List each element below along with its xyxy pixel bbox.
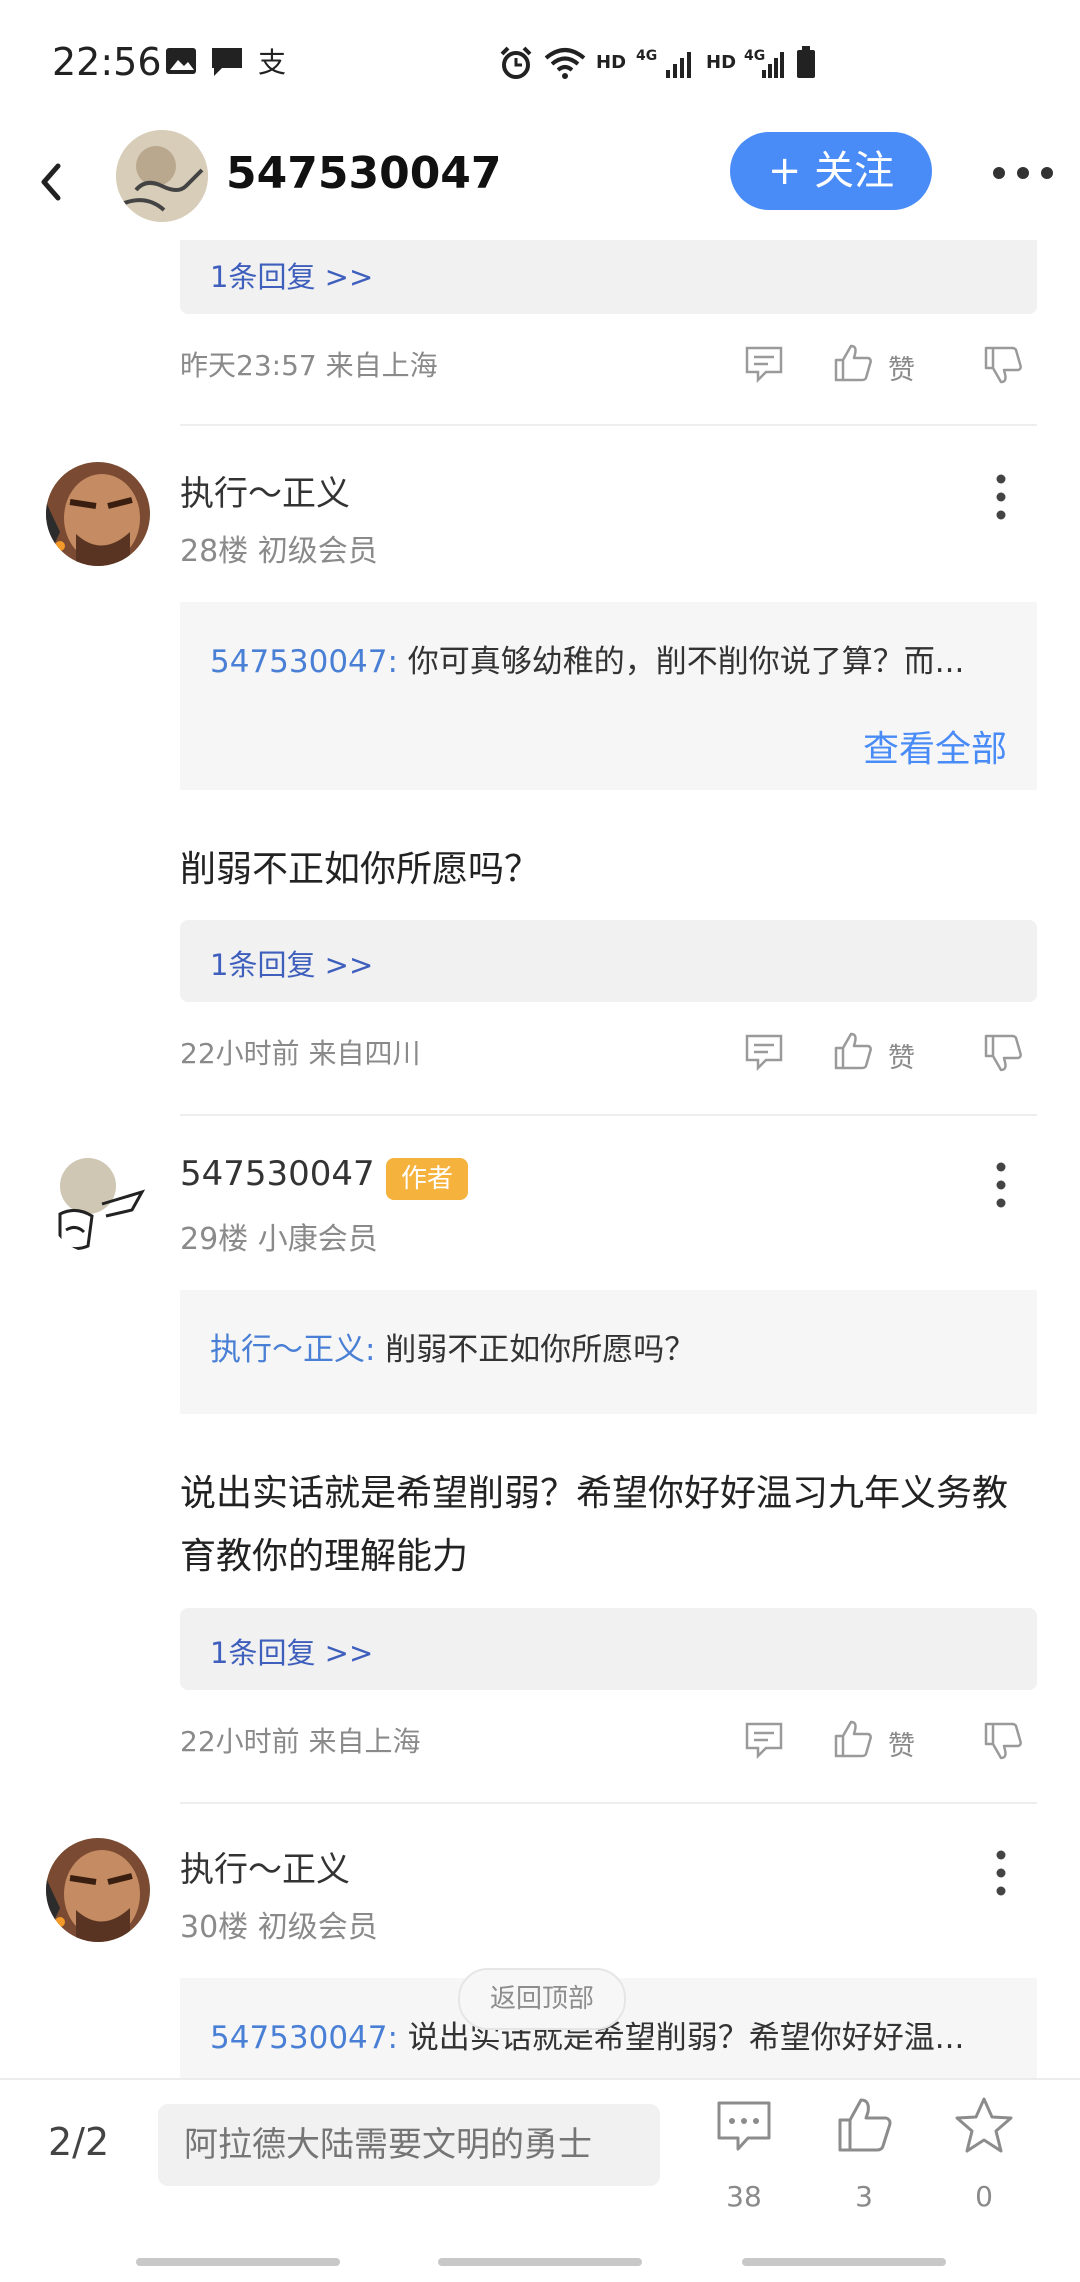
bottom-bar: 2/2 38 3 0 (0, 2078, 1080, 2282)
author-badge: 作者 (386, 1158, 468, 1200)
svg-text:HD: HD (596, 52, 626, 73)
quoted-comment[interactable]: 547530047: 你可真够幼稚的，削不削你说了算？而... 查看全部 (180, 602, 1037, 790)
back-arrow-icon[interactable] (30, 152, 70, 212)
message-icon (212, 48, 242, 76)
post-meta: 22小时前 来自四川 (180, 1037, 421, 1070)
more-options-icon[interactable] (992, 166, 1054, 180)
like-icon[interactable] (832, 342, 874, 384)
quote-username[interactable]: 执行～正义: (210, 1332, 375, 1368)
post-menu-icon[interactable] (996, 1162, 1006, 1208)
post-text: 说出实话就是希望削弱？希望你好好温习九年义务教育教你的理解能力 (180, 1473, 1009, 1577)
follow-button[interactable]: + 关注 (730, 132, 932, 210)
gallery-icon (166, 48, 196, 74)
reply-input-container[interactable] (158, 2104, 660, 2186)
hd-icon: HD (596, 52, 626, 73)
quote-line: 执行～正义: 削弱不正如你所愿吗？ (210, 1324, 695, 1369)
status-time: 22:56 (52, 40, 162, 84)
like-icon[interactable] (836, 2096, 894, 2154)
floor-level: 29楼 小康会员 (180, 1222, 378, 1257)
favorites-count: 0 (975, 2180, 993, 2213)
hd-icon-2: HD (706, 52, 736, 73)
like-icon[interactable] (832, 1030, 874, 1072)
system-nav-pill[interactable] (438, 2258, 642, 2266)
like-label[interactable]: 赞 (888, 1724, 915, 1763)
post-divider (180, 424, 1037, 426)
header-avatar[interactable] (116, 130, 208, 222)
comments-count: 38 (726, 2180, 762, 2213)
svg-text:支: 支 (258, 46, 286, 78)
header-username[interactable]: 547530047 (226, 148, 502, 199)
floor-level: 30楼 初级会员 (180, 1910, 378, 1945)
quote-username[interactable]: 547530047: (210, 644, 398, 680)
comment-icon[interactable] (744, 1032, 784, 1072)
reply-count-link[interactable]: 1条回复 >> (180, 232, 1037, 314)
username[interactable]: 547530047 (180, 1154, 375, 1194)
page-indicator[interactable]: 2/2 (48, 2120, 109, 2164)
reply-count-text: 1条回复 >> (210, 1636, 374, 1670)
user-avatar[interactable] (46, 1150, 150, 1254)
comments-icon[interactable] (716, 2100, 772, 2152)
username[interactable]: 执行～正义 (180, 1842, 350, 1891)
username[interactable]: 执行～正义 (180, 466, 350, 515)
like-label[interactable]: 赞 (888, 1036, 915, 1075)
reply-count-text: 1条回复 >> (210, 260, 374, 294)
like-icon[interactable] (832, 1718, 874, 1760)
post-menu-icon[interactable] (996, 474, 1006, 520)
system-nav-pill[interactable] (136, 2258, 340, 2266)
signal-4g-icon: 4G (636, 48, 691, 78)
alarm-icon (500, 46, 532, 79)
like-label[interactable]: 赞 (888, 348, 915, 387)
dislike-icon[interactable] (982, 1720, 1024, 1762)
quoted-comment[interactable]: 执行～正义: 削弱不正如你所愿吗？ (180, 1290, 1037, 1414)
system-nav-pill[interactable] (742, 2258, 946, 2266)
quote-username[interactable]: 547530047: (210, 2020, 398, 2056)
quote-line: 547530047: 你可真够幼稚的，削不削你说了算？而... (210, 636, 964, 681)
reply-count-link[interactable]: 1条回复 >> (180, 920, 1037, 1002)
quote-text: 削弱不正如你所愿吗？ (375, 1332, 696, 1368)
svg-text:4G: 4G (744, 48, 765, 64)
floor-level: 28楼 初级会员 (180, 534, 378, 569)
wifi-icon (544, 48, 586, 79)
status-bar: 22:56 支 HD 4G HD 4G (0, 0, 1080, 130)
post-meta: 昨天23:57 来自上海 (180, 349, 438, 382)
reply-count-text: 1条回复 >> (210, 948, 374, 982)
post-text: 削弱不正如你所愿吗？ (180, 849, 541, 890)
back-to-top-button[interactable]: 返回顶部 (458, 1968, 626, 2030)
reply-count-link[interactable]: 1条回复 >> (180, 1608, 1037, 1690)
dislike-icon[interactable] (982, 1032, 1024, 1074)
post-meta: 22小时前 来自上海 (180, 1725, 421, 1758)
dislike-icon[interactable] (982, 344, 1024, 386)
view-all-link[interactable]: 查看全部 (863, 720, 1007, 772)
reply-input[interactable] (158, 2104, 660, 2186)
post-divider (180, 1114, 1037, 1116)
top-nav-bar: 547530047 + 关注 (0, 130, 1080, 240)
post-divider (180, 1802, 1037, 1804)
post-menu-icon[interactable] (996, 1850, 1006, 1896)
star-icon[interactable] (954, 2096, 1014, 2154)
comment-icon[interactable] (744, 344, 784, 384)
svg-text:4G: 4G (636, 48, 657, 64)
quote-text: 你可真够幼稚的，削不削你说了算？而... (397, 644, 965, 680)
alipay-icon: 支 (258, 46, 286, 78)
signal-4g-icon-2: 4G (744, 48, 784, 78)
user-avatar[interactable] (46, 462, 150, 566)
svg-text:HD: HD (706, 52, 736, 73)
likes-count: 3 (855, 2180, 873, 2213)
comment-icon[interactable] (744, 1720, 784, 1760)
user-avatar[interactable] (46, 1838, 150, 1942)
battery-icon (797, 46, 815, 78)
